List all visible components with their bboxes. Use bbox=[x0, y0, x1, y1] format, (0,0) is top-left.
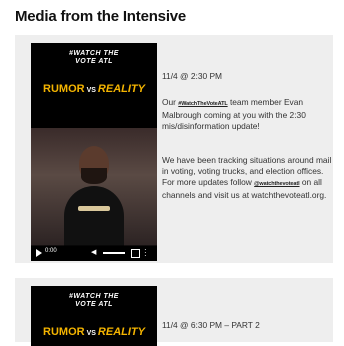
video-brand-bottom: VOTE ATL bbox=[75, 58, 113, 65]
video-time: 0:00 bbox=[45, 248, 57, 254]
seek-bar[interactable] bbox=[103, 252, 125, 254]
video-frame bbox=[31, 128, 157, 246]
media-post: #WATCH THE VOTE ATL RUMOR VS REALITY 11/4 … bbox=[15, 278, 333, 346]
presenter-figure bbox=[64, 146, 124, 246]
headline-rumor: RUMOR bbox=[43, 83, 85, 95]
post-paragraph: We have been tracking situations around … bbox=[162, 155, 332, 201]
video-brand-bottom: VOTE ATL bbox=[75, 301, 113, 308]
hashtag-link[interactable]: #WatchTheVoteATL bbox=[178, 101, 227, 107]
headline-vs: VS bbox=[86, 330, 96, 337]
video-controls: 0:00 ◀︎ · · · bbox=[31, 245, 157, 261]
post-timestamp: 11/4 @ 6:30 PM – PART 2 bbox=[162, 320, 260, 330]
more-menu-icon[interactable]: · · · bbox=[144, 246, 147, 260]
para-text: Our bbox=[162, 97, 179, 107]
volume-icon[interactable]: ◀︎ bbox=[91, 249, 99, 257]
headline-vs: VS bbox=[86, 87, 96, 94]
post-timestamp: 11/4 @ 2:30 PM bbox=[162, 71, 223, 81]
handle-link[interactable]: @watchthevoteatl bbox=[254, 181, 299, 187]
video-player[interactable]: #WATCH THE VOTE ATL RUMOR VS REALITY bbox=[31, 286, 157, 346]
media-post: #WATCH THE VOTE ATL RUMOR VS REALITY 0:00 bbox=[15, 35, 333, 263]
video-brand-top: #WATCH THE bbox=[69, 50, 119, 57]
video-headline: RUMOR VS REALITY bbox=[31, 83, 157, 97]
play-icon[interactable] bbox=[36, 249, 42, 257]
headline-reality: REALITY bbox=[97, 83, 145, 95]
video-headline: RUMOR VS REALITY bbox=[31, 326, 157, 340]
fullscreen-icon[interactable] bbox=[131, 249, 140, 258]
post-paragraph: Our #WatchTheVoteATL team member Evan Ma… bbox=[162, 97, 332, 132]
video-player[interactable]: #WATCH THE VOTE ATL RUMOR VS REALITY 0:00 bbox=[31, 43, 157, 261]
section-title: Media from the Intensive bbox=[15, 8, 187, 25]
video-brand-top: #WATCH THE bbox=[69, 293, 119, 300]
headline-rumor: RUMOR bbox=[43, 326, 85, 338]
headline-reality: REALITY bbox=[97, 326, 145, 338]
